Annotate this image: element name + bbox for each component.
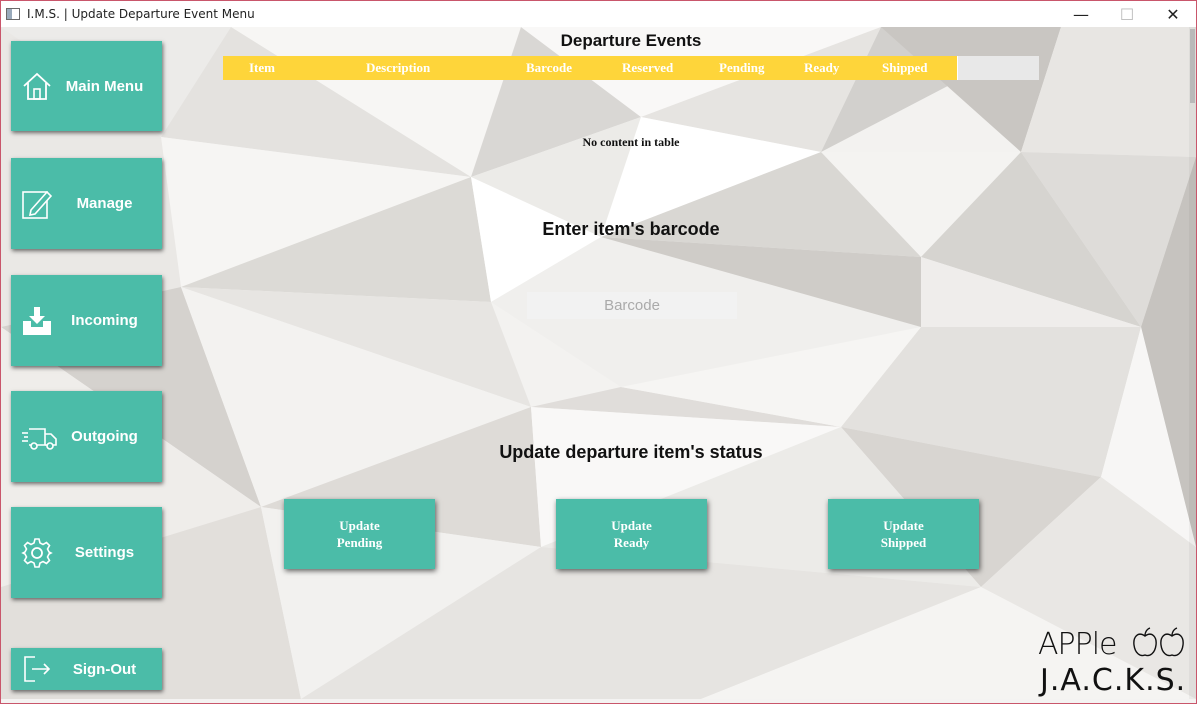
main-menu-label: Main Menu	[65, 77, 144, 95]
main-menu-button[interactable]: Main Menu	[11, 41, 162, 131]
table-header-filler	[957, 56, 1039, 80]
column-header-reserved[interactable]: Reserved	[622, 56, 673, 80]
incoming-label: Incoming	[71, 312, 138, 329]
update-shipped-line2: Shipped	[880, 535, 927, 550]
status-section-title: Update departure item's status	[499, 442, 763, 462]
column-header-item[interactable]: Item	[249, 56, 275, 80]
update-ready-line2: Ready	[613, 535, 650, 550]
scrollbar-track[interactable]	[1189, 27, 1196, 699]
maximize-button[interactable]: ☐	[1104, 1, 1150, 27]
apple-jacks-logo: APPle J.A.C.K.S.	[1038, 623, 1190, 699]
update-ready-button[interactable]: Update Ready	[556, 499, 707, 569]
outgoing-button[interactable]: Outgoing	[11, 391, 162, 482]
table-header-row: Item Description Barcode Reserved Pendin…	[223, 56, 957, 80]
vertical-scrollbar[interactable]	[1189, 27, 1196, 699]
table-title: Departure Events	[560, 31, 702, 50]
column-header-ready[interactable]: Ready	[804, 56, 839, 80]
incoming-button[interactable]: Incoming	[11, 275, 162, 366]
app-icon	[6, 8, 20, 20]
apples-icon	[1133, 627, 1184, 657]
window-title: I.M.S. | Update Departure Event Menu	[27, 7, 255, 21]
sign-out-button[interactable]: Sign-Out	[11, 648, 162, 690]
settings-button[interactable]: Settings	[11, 507, 162, 598]
update-shipped-button[interactable]: Update Shipped	[828, 499, 979, 569]
close-button[interactable]: ✕	[1150, 1, 1196, 27]
settings-label: Settings	[74, 544, 135, 561]
scrollbar-thumb[interactable]	[1190, 29, 1195, 103]
column-header-description[interactable]: Description	[366, 56, 430, 80]
barcode-input[interactable]	[527, 292, 737, 319]
sign-out-label: Sign-Out	[72, 660, 137, 678]
manage-button[interactable]: Manage	[11, 158, 162, 249]
window-controls: — ☐ ✕	[1058, 1, 1196, 27]
background-pattern	[1, 27, 1196, 699]
update-pending-line2: Pending	[336, 535, 383, 550]
minimize-button[interactable]: —	[1058, 1, 1104, 27]
update-shipped-line1: Update	[883, 518, 924, 533]
column-header-shipped[interactable]: Shipped	[882, 56, 928, 80]
title-bar[interactable]: I.M.S. | Update Departure Event Menu — ☐…	[1, 1, 1196, 27]
update-pending-line1: Update	[339, 518, 380, 533]
manage-label: Manage	[76, 195, 133, 212]
column-header-pending[interactable]: Pending	[719, 56, 765, 80]
logo-bottom-text: J.A.C.K.S.	[1040, 663, 1187, 698]
update-ready-line1: Update	[611, 518, 652, 533]
app-window: I.M.S. | Update Departure Event Menu — ☐…	[0, 0, 1197, 704]
column-header-barcode[interactable]: Barcode	[526, 56, 572, 80]
main-content: Main Menu Manage Incoming Outgoing Setti…	[1, 27, 1196, 699]
update-pending-button[interactable]: Update Pending	[284, 499, 435, 569]
table-header: Item Description Barcode Reserved Pendin…	[223, 56, 1039, 80]
outgoing-label: Outgoing	[71, 428, 138, 445]
barcode-section-title: Enter item's barcode	[542, 219, 720, 239]
table-empty-message: No content in table	[582, 135, 680, 149]
logo-top-text: APPle	[1038, 627, 1117, 662]
